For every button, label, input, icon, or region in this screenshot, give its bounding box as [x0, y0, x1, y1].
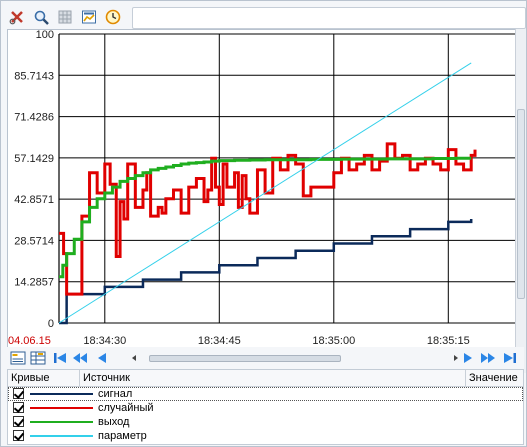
column-header-value[interactable]: Значение — [466, 370, 523, 386]
chart-settings-icon[interactable] — [79, 7, 99, 27]
last-icon[interactable] — [501, 349, 519, 367]
curve-row[interactable]: случайный — [8, 401, 523, 415]
fast-back-icon[interactable] — [71, 349, 89, 367]
series-line-2 — [59, 142, 477, 296]
y-tick-label: 28.5714 — [14, 235, 54, 247]
time-scrollbar[interactable] — [149, 355, 449, 362]
scroll-left-arrow-icon[interactable] — [129, 349, 139, 367]
curve-row[interactable]: выход — [8, 415, 523, 429]
curve-visible-checkbox[interactable] — [13, 416, 24, 427]
curve-source-label: выход — [98, 416, 130, 428]
y-tick-label: 85.7143 — [14, 70, 54, 82]
x-tick-label: 18:34:30 — [83, 335, 126, 347]
navigation-bar — [7, 347, 524, 369]
curve-source-label: случайный — [98, 402, 154, 414]
zoom-icon[interactable] — [31, 7, 51, 27]
y-tick-label: 14.2857 — [14, 277, 54, 289]
curve-color-swatch — [30, 407, 93, 409]
table-view-icon[interactable] — [29, 349, 47, 367]
view-toggle-icon[interactable] — [9, 349, 27, 367]
curve-color-swatch — [30, 435, 93, 437]
y-tick-label: 100 — [36, 30, 54, 41]
curve-visible-checkbox[interactable] — [13, 402, 24, 413]
curves-table: Кривые Источник Значение сигнал случайный… — [7, 369, 524, 445]
curve-source-label: параметр — [98, 430, 147, 442]
curve-source-label: сигнал — [98, 388, 133, 400]
curve-color-swatch — [30, 393, 93, 395]
start-date-label: 04.06.15 — [8, 335, 51, 347]
cut-icon[interactable] — [7, 7, 27, 27]
y-tick-label: 57.1429 — [14, 153, 54, 165]
vertical-scroll-thumb[interactable] — [517, 109, 525, 299]
forward-icon[interactable] — [459, 349, 477, 367]
toolbar — [5, 5, 526, 29]
series-line-4 — [58, 62, 472, 324]
time-scroll-thumb[interactable] — [149, 355, 341, 362]
x-tick-label: 18:35:15 — [427, 335, 470, 347]
y-tick-label: 0 — [48, 318, 54, 330]
vertical-scrollbar[interactable] — [515, 29, 526, 373]
curve-visible-checkbox[interactable] — [13, 430, 24, 441]
curve-color-swatch — [30, 421, 93, 423]
table-header: Кривые Источник Значение — [8, 370, 523, 387]
first-icon[interactable] — [51, 349, 69, 367]
chart-window: 0 14.2857 28.5714 42.8571 57.1429 71.4286 85.7… — [0, 0, 527, 447]
chart-area[interactable]: 0 14.2857 28.5714 42.8571 57.1429 71.4286 85.7… — [7, 29, 518, 375]
fast-forward-icon[interactable] — [479, 349, 497, 367]
y-tick-label: 71.4286 — [14, 112, 54, 124]
toolbar-field — [132, 7, 526, 29]
back-icon[interactable] — [93, 349, 111, 367]
clock-icon[interactable] — [103, 7, 123, 27]
curve-row[interactable]: параметр — [8, 429, 523, 443]
x-tick-label: 18:34:45 — [198, 335, 241, 347]
y-tick-label: 42.8571 — [14, 194, 54, 206]
column-header-source[interactable]: Источник — [80, 370, 466, 386]
curve-visible-checkbox[interactable] — [13, 388, 24, 399]
curve-row[interactable]: сигнал — [8, 387, 523, 401]
x-tick-label: 18:35:00 — [312, 335, 355, 347]
line-chart: 0 14.2857 28.5714 42.8571 57.1429 71.4286 85.7… — [8, 29, 517, 347]
column-header-curves[interactable]: Кривые — [8, 370, 80, 386]
grid-icon[interactable] — [55, 7, 75, 27]
